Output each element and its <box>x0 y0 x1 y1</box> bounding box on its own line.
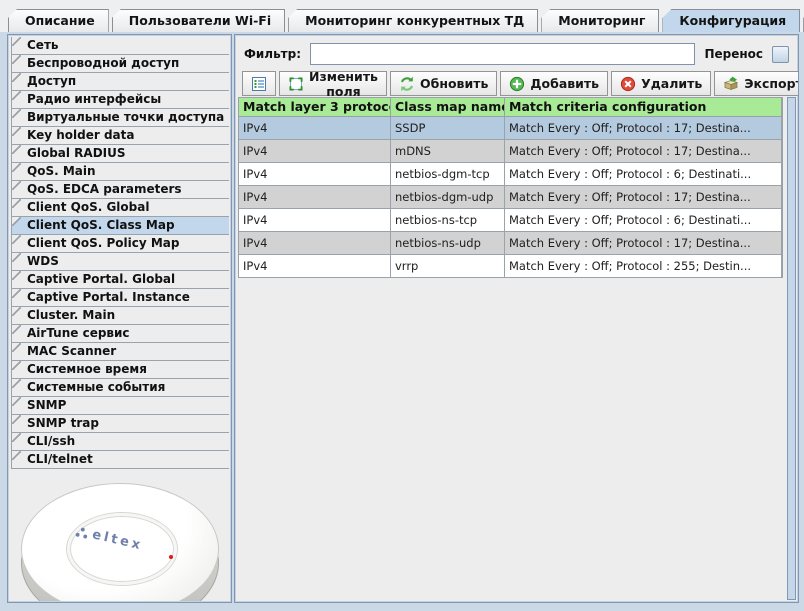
filter-label: Фильтр: <box>244 47 302 61</box>
tab-description[interactable]: Описание <box>8 9 109 32</box>
cell-class_map: SSDP <box>391 117 505 140</box>
sidebar-item-snmp-trap[interactable]: SNMP trap <box>11 415 229 433</box>
tab-monitoring[interactable]: Мониторинг <box>541 9 660 32</box>
sidebar-item-qos-edca-parameters[interactable]: QoS. EDCA parameters <box>11 181 229 199</box>
sidebar-item-system-events[interactable]: Системные события <box>11 379 229 397</box>
cell-criteria: Match Every : Off; Protocol : 6; Destina… <box>505 163 782 186</box>
sidebar-tabs: Сеть Беспроводной доступ Доступ Радио интер… <box>11 37 229 469</box>
tab-rogue-ap-monitoring[interactable]: Мониторинг конкурентных ТД <box>288 9 539 32</box>
sidebar-item-snmp[interactable]: SNMP <box>11 397 229 415</box>
export-icon <box>723 76 739 92</box>
tab-wifi-users[interactable]: Пользователи Wi-Fi <box>111 9 286 32</box>
filter-input[interactable] <box>310 43 696 65</box>
delete-icon <box>620 76 636 92</box>
delete-button[interactable]: Удалить <box>611 71 712 96</box>
button-label: Экспорт <box>744 76 799 91</box>
table-row[interactable]: IPv4 vrrp Match Every : Off; Protocol : 25… <box>239 255 782 278</box>
vertical-scrollbar[interactable] <box>787 97 796 600</box>
table-row[interactable]: IPv4 mDNS Match Every : Off; Protocol : 17… <box>239 140 782 163</box>
wrap-label: Перенос <box>704 47 763 61</box>
tab-bar: Описание Пользователи Wi-Fi Мониторинг кон… <box>8 8 804 32</box>
cell-criteria: Match Every : Off; Protocol : 17; Destin… <box>505 232 782 255</box>
sidebar-item-global-radius[interactable]: Global RADIUS <box>11 145 229 163</box>
sidebar-item-airtune-service[interactable]: AirTune сервис <box>11 325 229 343</box>
sidebar-item-cluster-main[interactable]: Cluster. Main <box>11 307 229 325</box>
table-row[interactable]: IPv4 netbios-dgm-tcp Match Every : Off; Pr… <box>239 163 782 186</box>
select-fields-icon <box>288 76 304 92</box>
cell-protocol: IPv4 <box>239 117 391 140</box>
column-header-2[interactable]: Match criteria configuration <box>505 98 782 117</box>
filter-row: Фильтр: Перенос <box>244 42 789 66</box>
button-label: Обновить <box>419 76 489 91</box>
sidebar-item-wds[interactable]: WDS <box>11 253 229 271</box>
cell-class_map: netbios-dgm-tcp <box>391 163 505 186</box>
sidebar-item-virtual-access-points[interactable]: Виртуальные точки доступа <box>11 109 229 127</box>
sidebar-item-wireless-access[interactable]: Беспроводной доступ <box>11 55 229 73</box>
button-label: Изменить поля <box>309 68 378 99</box>
cell-class_map: netbios-ns-udp <box>391 232 505 255</box>
table-row[interactable]: IPv4 netbios-dgm-udp Match Every : Off; Pr… <box>239 186 782 209</box>
column-header-0[interactable]: Match layer 3 protocol <box>239 98 391 117</box>
cell-class_map: netbios-dgm-udp <box>391 186 505 209</box>
sidebar-item-client-qos-policy-map[interactable]: Client QoS. Policy Map <box>11 235 229 253</box>
class-map-table: Match layer 3 protocol Class map name Matc… <box>238 97 783 278</box>
table-row[interactable]: IPv4 netbios-ns-udp Match Every : Off; Pro… <box>239 232 782 255</box>
cell-criteria: Match Every : Off; Protocol : 255; Desti… <box>505 255 782 278</box>
cell-criteria: Match Every : Off; Protocol : 6; Destina… <box>505 209 782 232</box>
refresh-icon <box>399 76 415 92</box>
sidebar-item-client-qos-class-map[interactable]: Client QoS. Class Map <box>11 217 229 235</box>
sidebar-item-cli-telnet[interactable]: CLI/telnet <box>11 451 229 469</box>
add-button[interactable]: Добавить <box>500 71 609 96</box>
table-body: IPv4 SSDP Match Every : Off; Protocol : 17… <box>239 117 782 278</box>
cell-protocol: IPv4 <box>239 186 391 209</box>
button-label: Добавить <box>530 76 600 91</box>
device-led-indicator <box>169 555 173 559</box>
cell-class_map: vrrp <box>391 255 505 278</box>
table-row[interactable]: IPv4 netbios-ns-tcp Match Every : Off; Pro… <box>239 209 782 232</box>
sidebar-item-network[interactable]: Сеть <box>11 37 229 55</box>
cell-criteria: Match Every : Off; Protocol : 17; Destin… <box>505 117 782 140</box>
table-row[interactable]: IPv4 SSDP Match Every : Off; Protocol : 17… <box>239 117 782 140</box>
cell-protocol: IPv4 <box>239 140 391 163</box>
sidebar-item-client-qos-global[interactable]: Client QoS. Global <box>11 199 229 217</box>
config-panel: Фильтр: Перенос Изменить поля Обновить Доб… <box>234 34 799 603</box>
wrap-checkbox[interactable] <box>772 45 789 63</box>
columns-button[interactable] <box>242 71 276 96</box>
columns-icon <box>251 76 267 92</box>
cell-protocol: IPv4 <box>239 232 391 255</box>
sidebar-item-mac-scanner[interactable]: MAC Scanner <box>11 343 229 361</box>
cell-protocol: IPv4 <box>239 163 391 186</box>
table-header-row: Match layer 3 protocol Class map name Matc… <box>239 98 782 117</box>
sidebar-item-radio-interfaces[interactable]: Радио интерфейсы <box>11 91 229 109</box>
sidebar-item-qos-main[interactable]: QoS. Main <box>11 163 229 181</box>
refresh-button[interactable]: Обновить <box>389 71 498 96</box>
sidebar-item-captive-portal-global[interactable]: Captive Portal. Global <box>11 271 229 289</box>
column-header-1[interactable]: Class map name <box>391 98 505 117</box>
eltex-dots-icon <box>75 527 88 538</box>
edit-fields-button[interactable]: Изменить поля <box>279 68 387 99</box>
sidebar-item-cli-ssh[interactable]: CLI/ssh <box>11 433 229 451</box>
toolbar: Изменить поля Обновить Добавить Удалить Эксп… <box>242 68 799 99</box>
cell-criteria: Match Every : Off; Protocol : 17; Destin… <box>505 186 782 209</box>
cell-criteria: Match Every : Off; Protocol : 17; Destin… <box>505 140 782 163</box>
button-label: Удалить <box>641 76 703 91</box>
sidebar: Сеть Беспроводной доступ Доступ Радио интер… <box>7 34 232 603</box>
cell-protocol: IPv4 <box>239 255 391 278</box>
cell-class_map: netbios-ns-tcp <box>391 209 505 232</box>
device-image: eltex <box>9 469 230 601</box>
sidebar-item-system-time[interactable]: Системное время <box>11 361 229 379</box>
add-icon <box>509 76 525 92</box>
cell-protocol: IPv4 <box>239 209 391 232</box>
sidebar-item-access[interactable]: Доступ <box>11 73 229 91</box>
sidebar-item-key-holder-data[interactable]: Key holder data <box>11 127 229 145</box>
tab-configuration[interactable]: Конфигурация <box>662 9 801 32</box>
export-button[interactable]: Экспорт <box>714 71 799 96</box>
sidebar-item-captive-portal-instance[interactable]: Captive Portal. Instance <box>11 289 229 307</box>
cell-class_map: mDNS <box>391 140 505 163</box>
